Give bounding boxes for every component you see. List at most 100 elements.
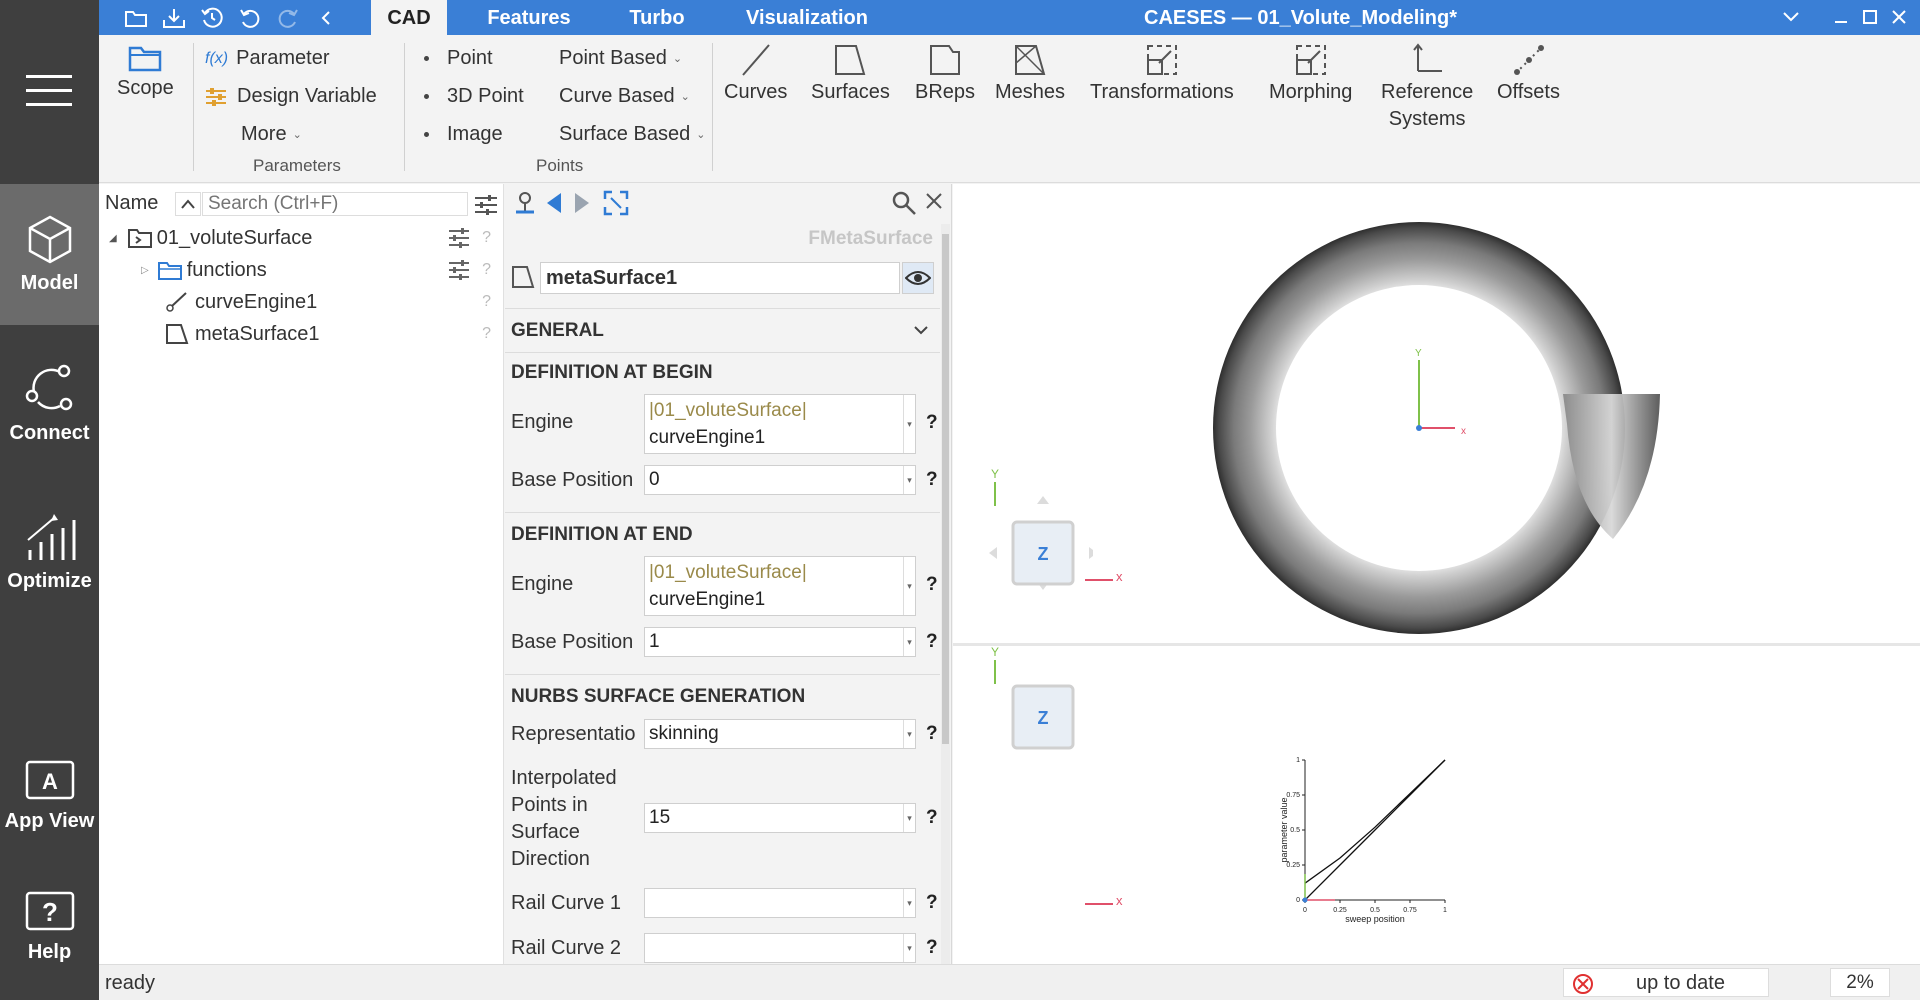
open-folder-icon[interactable] xyxy=(123,5,149,31)
base-position-begin-field[interactable]: 0 ▾ xyxy=(644,465,916,495)
scrollbar-thumb[interactable] xyxy=(942,234,949,744)
forward-arrow-icon[interactable] xyxy=(573,192,591,220)
label-line: Interpolated xyxy=(511,767,617,789)
3d-viewport-top[interactable]: x Y Y Z x xyxy=(953,184,1920,643)
meshes-button[interactable]: Meshes xyxy=(995,43,1065,106)
help-question-icon[interactable]: ? xyxy=(926,412,938,434)
design-variable-button[interactable]: Design Variable xyxy=(205,85,377,108)
scope-button[interactable]: Scope xyxy=(117,43,174,102)
help-question-icon[interactable]: ? xyxy=(926,469,938,491)
representation-select[interactable]: skinning ▾ xyxy=(644,719,916,749)
close-icon[interactable] xyxy=(1886,4,1912,30)
expand-triangle-icon[interactable]: ▷ xyxy=(141,265,149,276)
point-based-dropdown[interactable]: Point Based ⌄ xyxy=(559,47,682,70)
view-cube[interactable]: Y Z xyxy=(983,646,1093,766)
view-cube[interactable]: Y Z xyxy=(983,468,1093,598)
search-icon[interactable] xyxy=(891,190,917,222)
tree-item-volute-surface[interactable]: ◢ 01_voluteSurface ? xyxy=(99,222,499,254)
object-name-field[interactable]: metaSurface1 xyxy=(540,262,900,294)
help-question-icon[interactable]: ? xyxy=(482,325,491,343)
dropdown-arrow-icon[interactable]: ▾ xyxy=(903,466,915,494)
ribbon: Scope f(x) Parameter Design Variable Mor… xyxy=(99,35,1920,183)
dropdown-arrow-icon[interactable]: ▾ xyxy=(903,557,915,615)
rail-curve-1-field[interactable]: ▾ xyxy=(644,888,916,918)
interpolated-points-field[interactable]: 15 ▾ xyxy=(644,803,916,833)
help-question-icon[interactable]: ? xyxy=(482,293,491,311)
pin-icon[interactable] xyxy=(513,190,537,222)
collapse-arrow-icon[interactable] xyxy=(313,5,339,31)
reference-systems-button[interactable]: Reference Systems xyxy=(1381,43,1473,133)
curve-based-dropdown[interactable]: Curve Based ⌄ xyxy=(559,85,690,108)
sidebar-item-model[interactable]: Model xyxy=(0,184,99,325)
search-input[interactable] xyxy=(202,192,468,216)
breps-button[interactable]: BReps xyxy=(915,43,975,106)
expand-triangle-icon[interactable]: ◢ xyxy=(109,233,117,244)
tab-features[interactable]: Features xyxy=(459,0,599,35)
title-bar: CAD Features Turbo Visualization CAESES … xyxy=(99,0,1920,35)
visibility-toggle[interactable] xyxy=(902,262,934,294)
history-icon[interactable] xyxy=(199,5,225,31)
surface-based-dropdown[interactable]: Surface Based ⌄ xyxy=(559,123,705,146)
dropdown-arrow-icon[interactable]: ▾ xyxy=(903,628,915,656)
engine-begin-field[interactable]: |01_voluteSurface| curveEngine1 ▾ xyxy=(644,394,916,454)
tab-turbo[interactable]: Turbo xyxy=(607,0,707,35)
back-arrow-icon[interactable] xyxy=(545,192,563,220)
3d-point-button[interactable]: 3D Point xyxy=(424,85,524,108)
offsets-button[interactable]: Offsets xyxy=(1497,43,1560,106)
morphing-button[interactable]: Morphing xyxy=(1269,43,1352,106)
dropdown-arrow-icon[interactable]: ▾ xyxy=(903,804,915,832)
save-icon[interactable] xyxy=(161,5,187,31)
dropdown-arrow-icon[interactable]: ▾ xyxy=(903,889,915,917)
help-question-icon[interactable]: ? xyxy=(482,261,491,279)
fit-selection-icon[interactable] xyxy=(603,190,629,222)
dropdown-arrow-icon[interactable]: ▾ xyxy=(903,934,915,962)
help-question-icon[interactable]: ? xyxy=(926,723,938,745)
sort-toggle-button[interactable] xyxy=(175,192,201,216)
sidebar-item-connect[interactable]: Connect xyxy=(0,362,99,445)
help-question-icon[interactable]: ? xyxy=(926,574,938,596)
hamburger-menu-icon[interactable] xyxy=(26,72,72,114)
general-section-header[interactable]: GENERAL xyxy=(505,308,940,352)
help-question-icon[interactable]: ? xyxy=(926,937,938,959)
dropdown-arrow-icon[interactable]: ▾ xyxy=(903,720,915,748)
rail-curve-2-field[interactable]: ▾ xyxy=(644,933,916,963)
help-question-icon[interactable]: ? xyxy=(926,807,938,829)
x-tick-label: 0.5 xyxy=(1370,907,1380,914)
redo-icon[interactable] xyxy=(275,5,301,31)
more-dropdown[interactable]: More ⌄ xyxy=(241,123,302,146)
update-status-field[interactable]: up to date xyxy=(1563,968,1769,997)
minimize-icon[interactable] xyxy=(1828,4,1854,30)
filter-settings-icon[interactable] xyxy=(474,195,498,221)
undo-icon[interactable] xyxy=(237,5,263,31)
sidebar-item-help[interactable]: ? Help xyxy=(0,891,99,964)
close-icon[interactable] xyxy=(925,192,943,216)
tree-item-functions[interactable]: ▷ functions ? xyxy=(99,254,499,286)
property-scrollbar[interactable] xyxy=(941,224,950,964)
point-button[interactable]: Point xyxy=(424,47,493,70)
engine-end-field[interactable]: |01_voluteSurface| curveEngine1 ▾ xyxy=(644,556,916,616)
sidebar-item-optimize[interactable]: Optimize xyxy=(0,512,99,593)
sidebar-item-app-view[interactable]: A App View xyxy=(0,760,99,833)
surfaces-button[interactable]: Surfaces xyxy=(811,43,890,106)
help-question-icon[interactable]: ? xyxy=(482,229,491,247)
base-position-end-field[interactable]: 1 ▾ xyxy=(644,627,916,657)
image-button[interactable]: Image xyxy=(424,123,503,146)
image-label: Image xyxy=(447,123,503,145)
help-question-icon[interactable]: ? xyxy=(926,892,938,914)
2d-viewport-bottom[interactable]: Y Z x 0 0.25 0.5 0.75 1 0 0.25 0.5 0.75 1 sweep po… xyxy=(953,646,1920,964)
curves-button[interactable]: Curves xyxy=(724,43,787,106)
help-question-icon[interactable]: ? xyxy=(926,631,938,653)
tab-visualization[interactable]: Visualization xyxy=(714,0,900,35)
parameter-button[interactable]: f(x) Parameter xyxy=(205,47,329,70)
surface-icon xyxy=(166,324,189,344)
dropdown-arrow-icon[interactable]: ▾ xyxy=(903,395,915,453)
interpolated-points-label: Interpolated Points in Surface Direction xyxy=(511,765,617,873)
tree-item-meta-surface[interactable]: metaSurface1 ? xyxy=(99,318,499,350)
transformations-button[interactable]: Transformations xyxy=(1090,43,1234,106)
tree-item-curve-engine[interactable]: curveEngine1 ? xyxy=(99,286,499,318)
tab-cad[interactable]: CAD xyxy=(371,0,447,35)
chevron-down-icon[interactable] xyxy=(1778,4,1804,30)
sliders-icon[interactable] xyxy=(448,260,470,280)
maximize-icon[interactable] xyxy=(1857,4,1883,30)
sliders-icon[interactable] xyxy=(448,228,470,248)
